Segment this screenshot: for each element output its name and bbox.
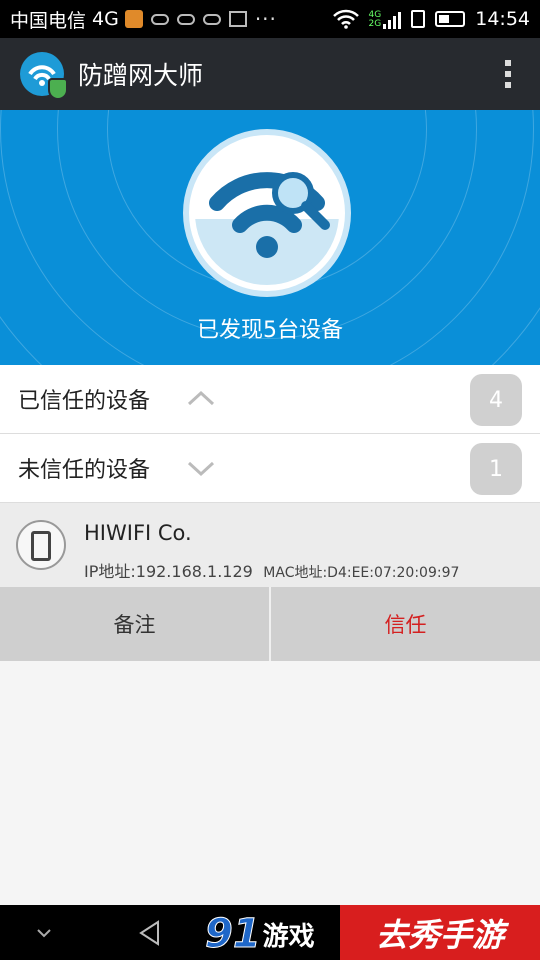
watermark-banner: 去秀手游 (340, 905, 540, 960)
status-bar: 中国电信 4G ··· 4G 2G 14:54 (0, 0, 540, 38)
note-button[interactable]: 备注 (0, 587, 269, 661)
chevron-down-icon (187, 461, 215, 477)
cloud-icon (150, 13, 169, 25)
notification-icon (124, 10, 143, 28)
image-icon (228, 11, 247, 27)
watermark-game: 游戏 (262, 921, 315, 952)
device-list-item[interactable]: HIWIFI Co. IP地址:192.168.1.129 MAC地址:D4:E… (0, 503, 540, 587)
chevron-up-icon (187, 390, 215, 406)
scan-hero: 已发现5台设备 (0, 110, 540, 365)
notification-icons: ··· (124, 7, 277, 31)
devices-found-text: 已发现5台设备 (197, 318, 343, 343)
cloud-icon (202, 13, 221, 25)
device-name: HIWIFI Co. (84, 521, 192, 545)
chevron-down-icon[interactable] (32, 923, 56, 943)
untrusted-count-badge: 1 (470, 443, 522, 495)
trusted-devices-row[interactable]: 已信任的设备 4 (0, 365, 540, 434)
wifi-search-icon[interactable] (183, 129, 351, 297)
battery-icon (435, 11, 466, 27)
navigation-bar: 91 游戏 去秀手游 (0, 905, 540, 960)
app-title: 防蹭网大师 (78, 61, 204, 90)
shield-icon (48, 78, 68, 100)
clock: 14:54 (475, 8, 530, 30)
device-mac: MAC地址:D4:EE:07:20:09:97 (263, 565, 460, 581)
untrusted-devices-label: 未信任的设备 (18, 458, 151, 483)
watermark-logo: 91 游戏 (205, 909, 340, 959)
device-actions: 备注 信任 (0, 587, 540, 661)
wifi-shield-logo-icon (20, 52, 68, 100)
signal-4g-2g-icon: 4G 2G (369, 9, 402, 29)
cloud-icon (176, 13, 195, 25)
more-dots-icon: ··· (254, 7, 277, 31)
device-meta: IP地址:192.168.1.129 MAC地址:D4:EE:07:20:09:… (84, 558, 459, 582)
watermark-91: 91 (205, 911, 262, 958)
trusted-count-badge: 4 (470, 374, 522, 426)
overflow-menu-icon[interactable] (486, 52, 530, 96)
empty-area (0, 661, 540, 905)
network-type: 4G (92, 8, 119, 30)
wifi-icon (332, 9, 359, 29)
sim-icon (411, 10, 426, 28)
trust-button[interactable]: 信任 (269, 587, 540, 661)
back-icon[interactable] (136, 919, 164, 947)
device-ip: IP地址:192.168.1.129 (84, 562, 253, 581)
carrier-label: 中国电信 (10, 9, 87, 32)
trusted-devices-label: 已信任的设备 (18, 389, 151, 414)
phone-icon (16, 520, 66, 570)
untrusted-devices-row[interactable]: 未信任的设备 1 (0, 434, 540, 503)
app-bar: 防蹭网大师 (0, 38, 540, 110)
